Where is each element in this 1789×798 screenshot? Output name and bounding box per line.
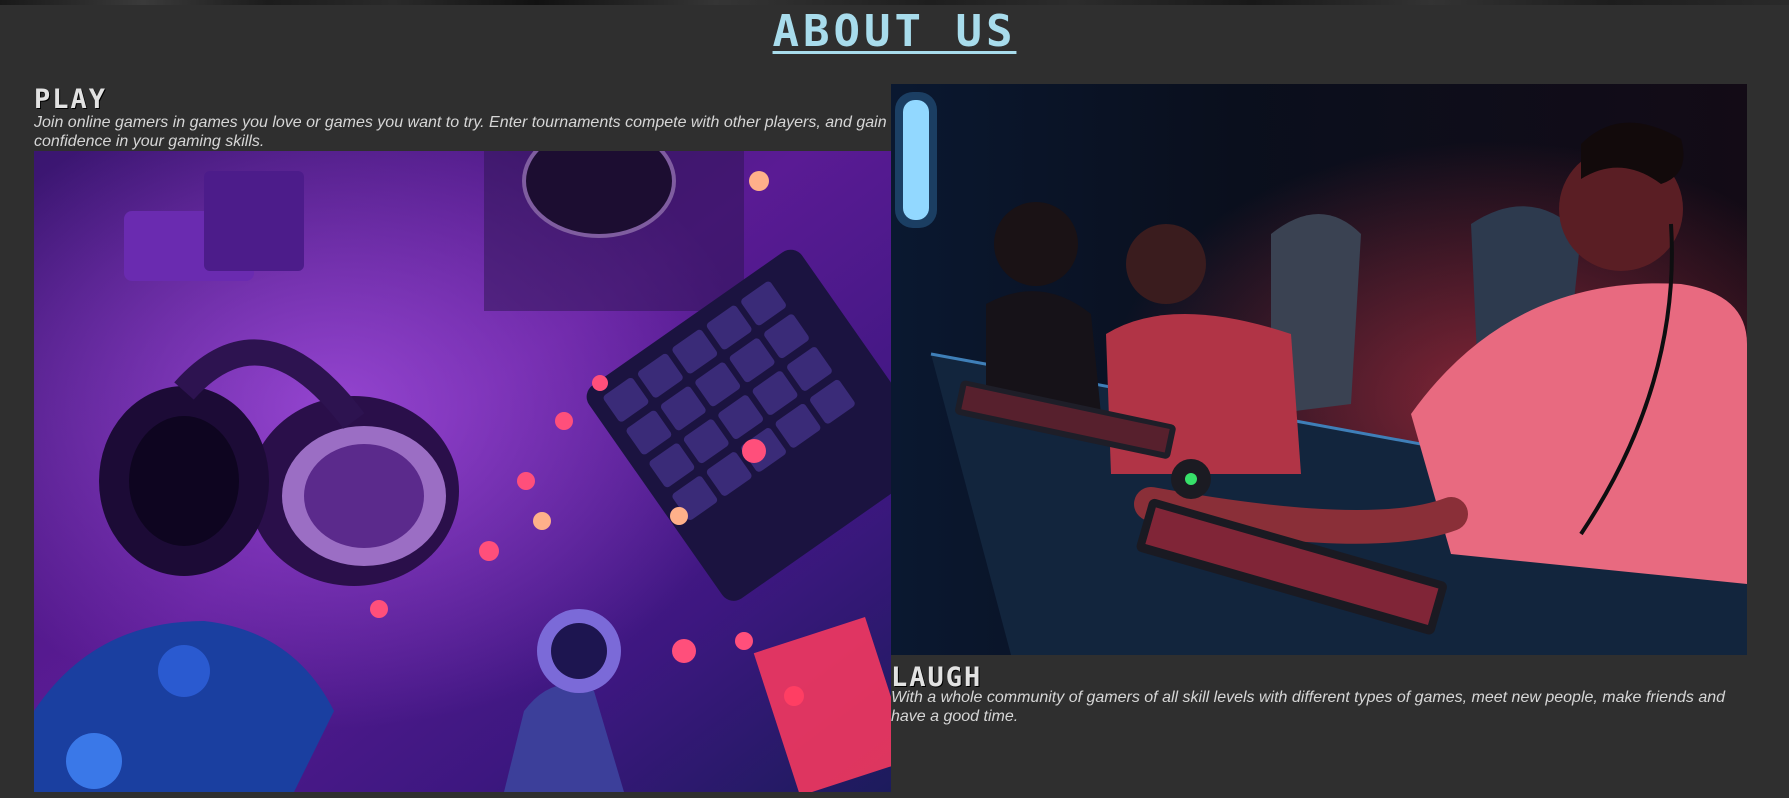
section-title-play: PLAY (34, 84, 108, 115)
section-text-play: Join online gamers in games you love or … (34, 114, 887, 150)
page-title: ABOUT US (772, 6, 1017, 57)
gamers-playing-image (891, 84, 1747, 655)
gaming-desk-flatlay-image (34, 151, 891, 792)
section-text-laugh: With a whole community of gamers of all … (891, 689, 1726, 725)
top-image-strip (0, 0, 1789, 5)
